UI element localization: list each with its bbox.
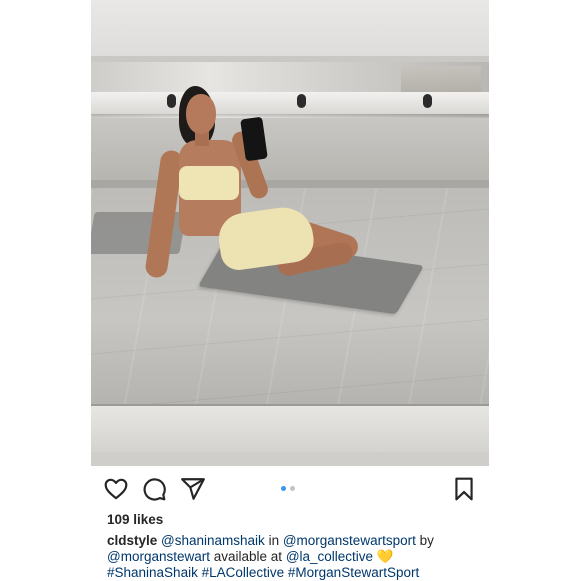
photo-mirror-bottom-frame [91, 404, 489, 454]
photo-ceiling [91, 0, 489, 60]
caption-hashtag[interactable]: #LACollective [202, 565, 285, 580]
photo-barre-bracket [423, 94, 432, 108]
photo-mirror-frame [91, 56, 489, 62]
bookmark-icon[interactable] [451, 476, 477, 502]
likes-count[interactable]: 109 likes [107, 512, 163, 527]
post-action-bar [91, 476, 489, 502]
caption-text: in [264, 533, 283, 548]
carousel-indicator [281, 486, 295, 492]
comment-icon[interactable] [141, 476, 167, 502]
caption-username[interactable]: cldstyle [107, 533, 157, 548]
caption-text: by [415, 533, 434, 548]
photo-barre-bracket [167, 94, 176, 108]
photo-floor-strip [91, 452, 489, 466]
caption-hashtag[interactable]: #MorganStewartSport [288, 565, 419, 580]
send-icon[interactable] [180, 476, 206, 502]
caption-mention[interactable]: @morganstewart [107, 549, 210, 564]
carousel-dot-active [281, 486, 286, 491]
post-photo[interactable] [91, 0, 489, 466]
caption-hashtag[interactable]: #ShaninaShaik [107, 565, 198, 580]
heart-icon[interactable] [103, 476, 129, 502]
photo-barre-bracket [297, 94, 306, 108]
photo-person-head [186, 94, 216, 134]
yellow-heart-emoji: 💛 [376, 549, 394, 564]
caption-mention[interactable]: @la_collective [286, 549, 373, 564]
caption-text: available at [210, 549, 286, 564]
carousel-dot [290, 486, 295, 491]
instagram-post: 109 likes cldstyle @shaninamshaik in @mo… [91, 0, 489, 580]
caption-mention[interactable]: @shaninamshaik [161, 533, 265, 548]
caption-mention[interactable]: @morganstewartsport [283, 533, 416, 548]
photo-mirror-reflection-floor [91, 118, 489, 184]
post-caption: cldstyle @shaninamshaik in @morganstewar… [107, 533, 477, 581]
photo-person-sports-bra [179, 166, 239, 200]
